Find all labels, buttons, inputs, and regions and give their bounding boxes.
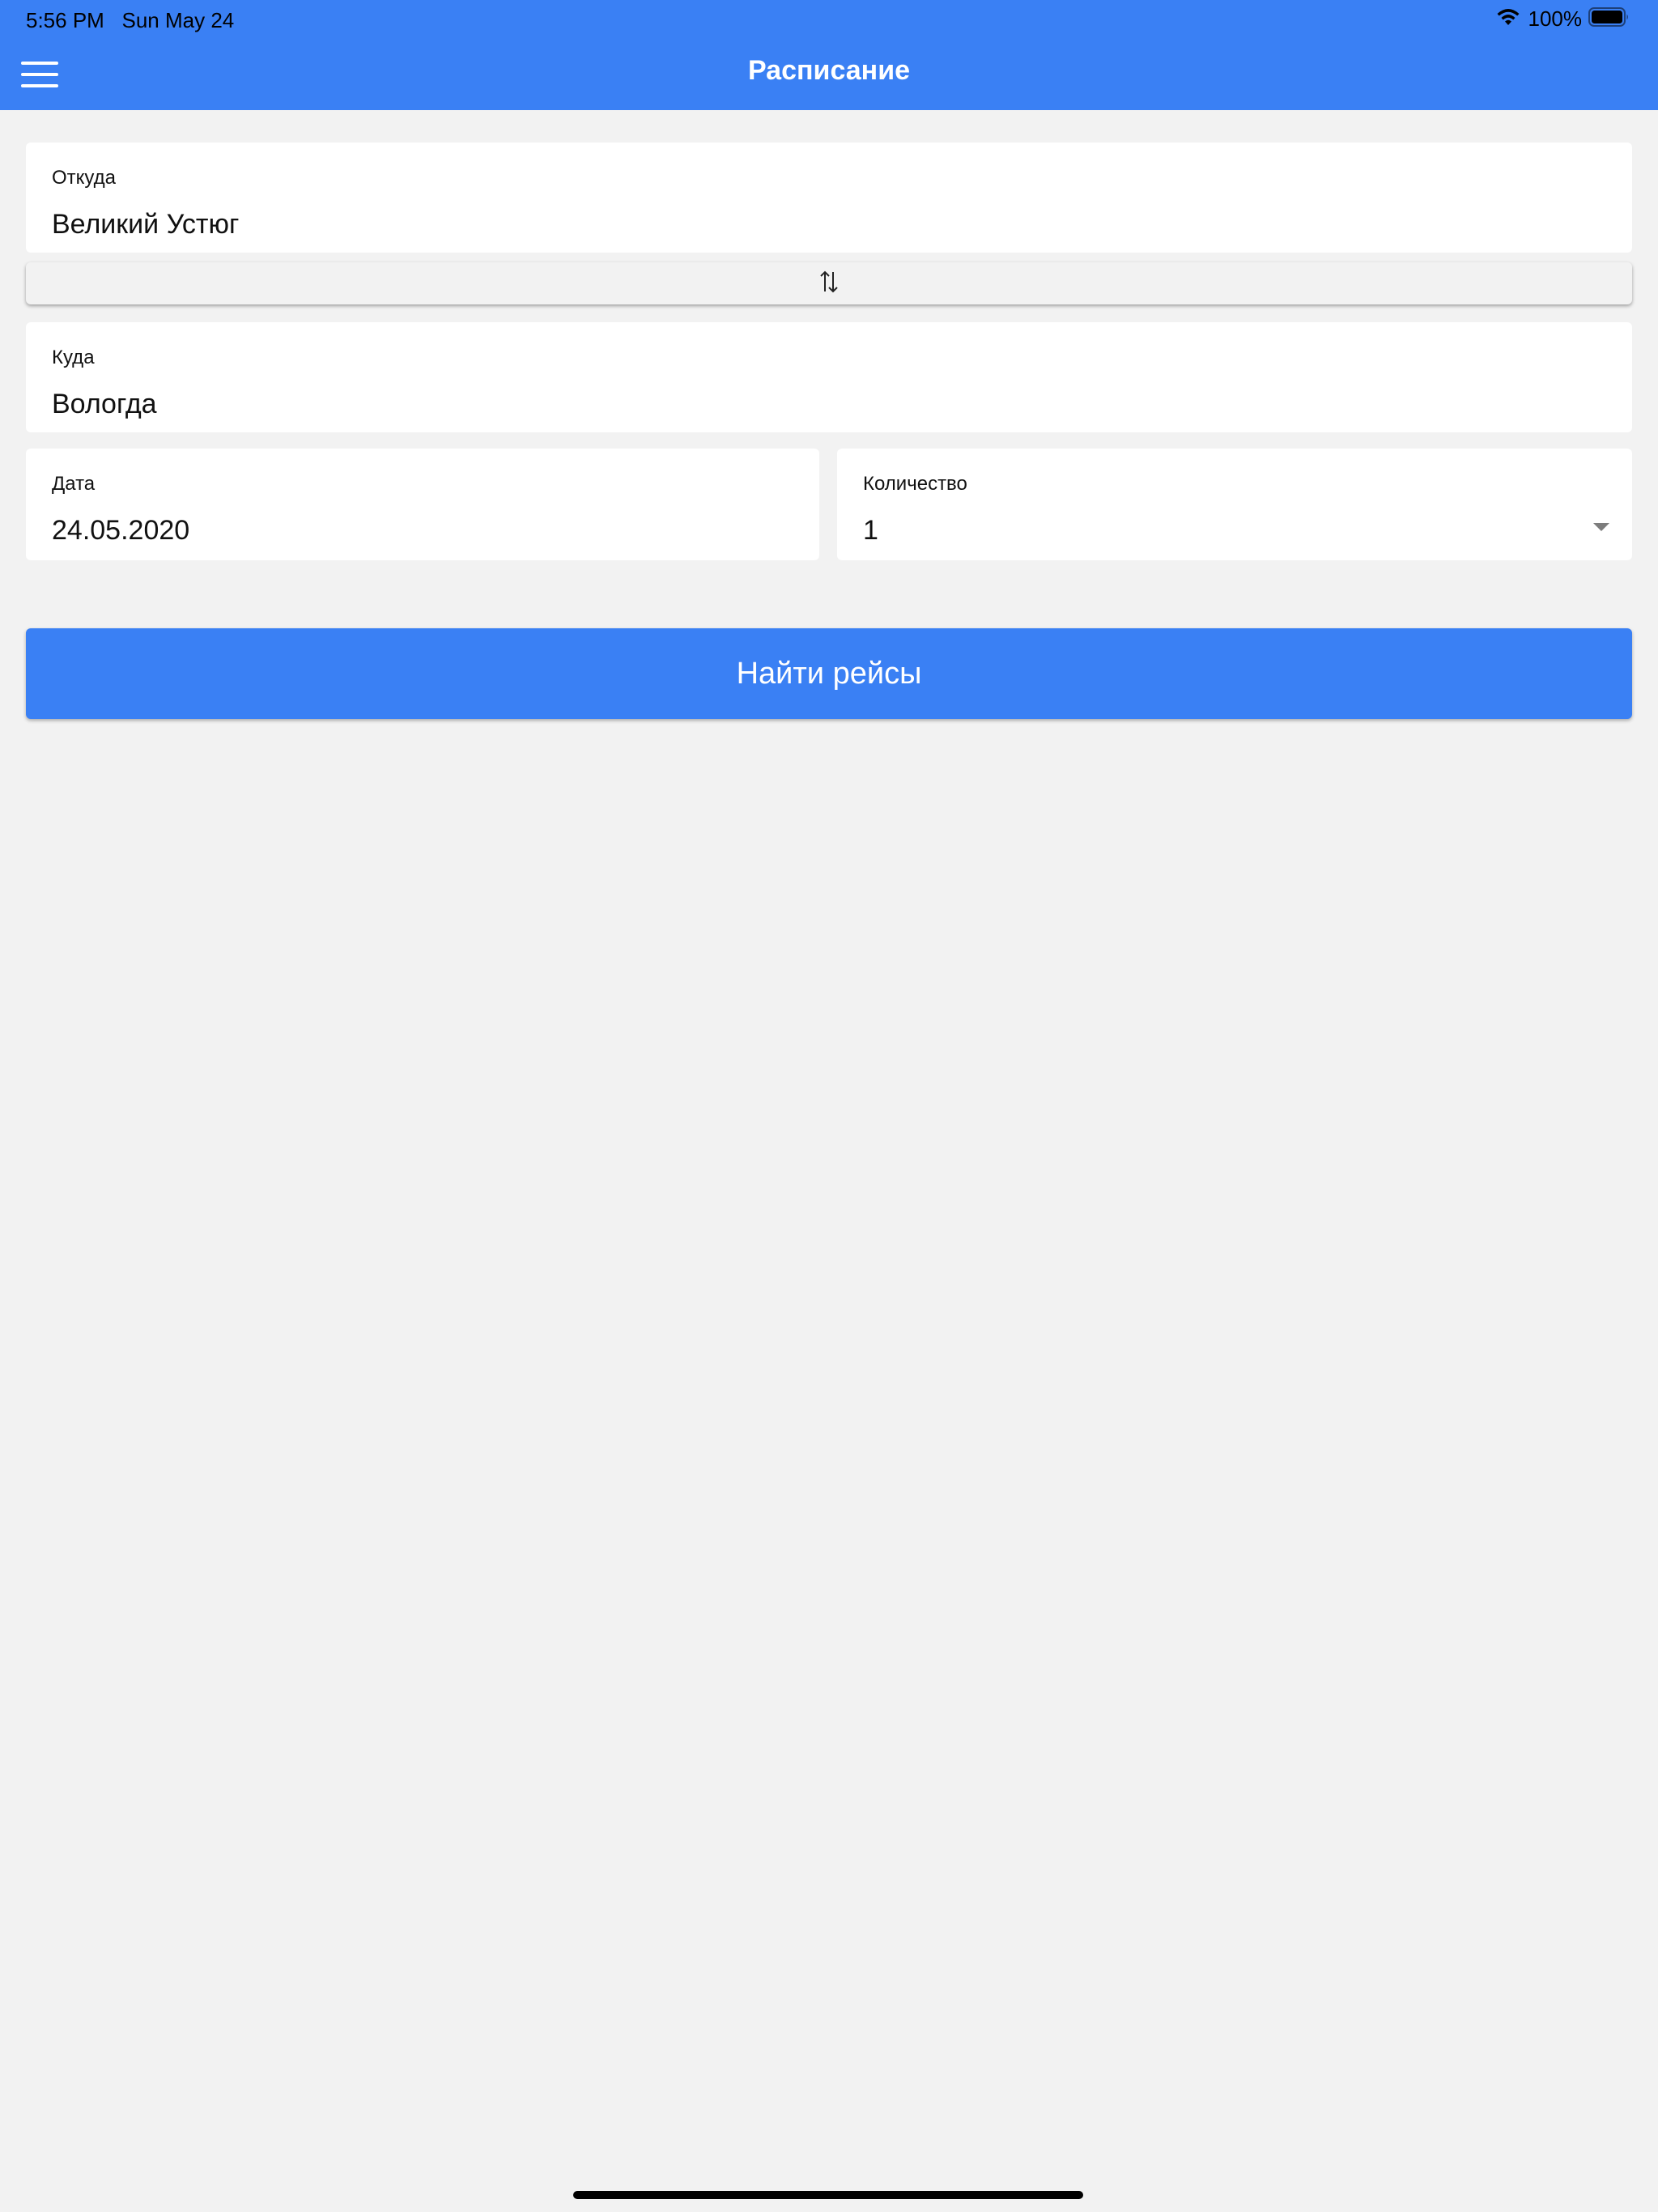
from-field[interactable]: Откуда Великий Устюг [26,143,1632,253]
status-indicators: 100% [1496,6,1631,32]
date-field[interactable]: Дата 24.05.2020 [26,449,819,560]
quantity-value[interactable]: 1 [863,515,878,547]
to-label: Куда [52,347,95,368]
page-title: Расписание [747,55,911,86]
swap-button[interactable] [26,262,1632,304]
quantity-select[interactable]: Количество 1 [837,449,1632,560]
app-bar: 5:56 PM Sun May 24 100% Расписание [0,0,1658,110]
home-indicator[interactable] [573,2191,1083,2199]
chevron-down-icon[interactable] [1593,523,1609,531]
to-value[interactable]: Вологда [52,389,157,420]
date-value[interactable]: 24.05.2020 [52,515,189,547]
status-clock: 5:56 PM [26,8,104,32]
battery-icon [1588,6,1630,32]
swap-vertical-icon [818,270,840,298]
from-value[interactable]: Великий Устюг [52,209,239,240]
status-date: Sun May 24 [121,8,235,32]
to-field[interactable]: Куда Вологда [26,322,1632,432]
status-time: 5:56 PM Sun May 24 [26,8,234,33]
date-label: Дата [52,473,96,495]
search-flights-button[interactable]: Найти рейсы [26,628,1632,719]
battery-percent: 100% [1528,6,1583,31]
wifi-icon [1496,7,1520,31]
quantity-label: Количество [863,473,967,495]
from-label: Откуда [52,167,116,189]
